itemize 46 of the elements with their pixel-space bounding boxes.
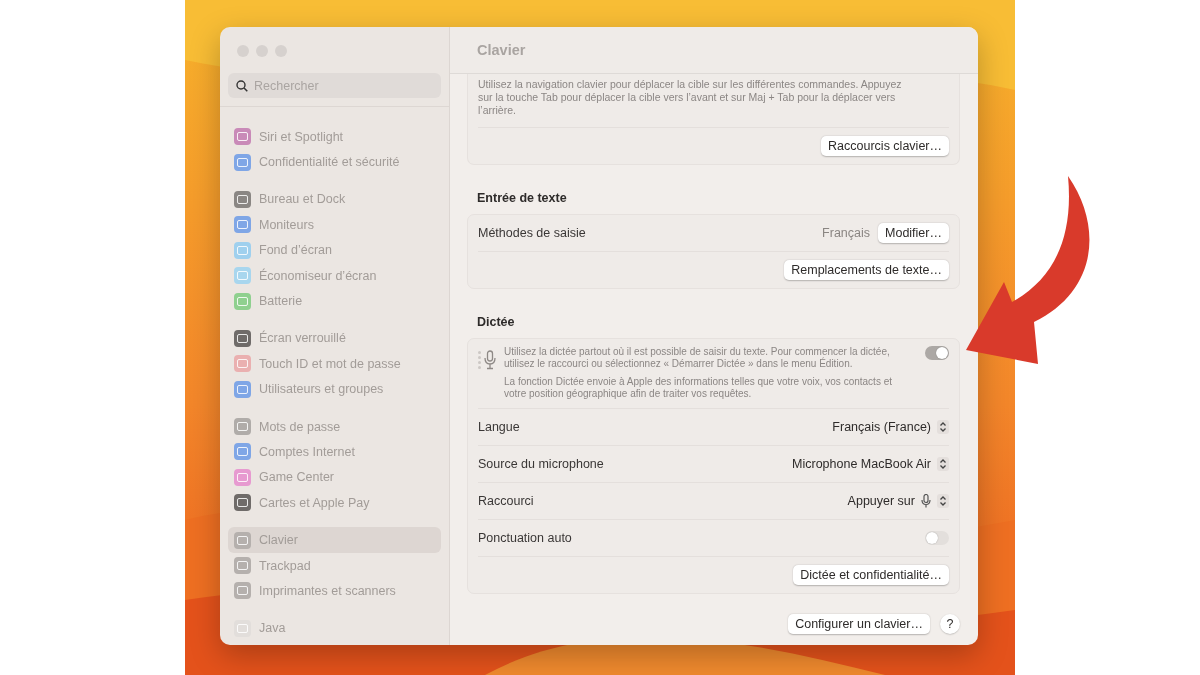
setting-label: Langue — [478, 420, 521, 434]
sidebar-item[interactable]: Java — [228, 615, 441, 642]
toggle-switch[interactable] — [925, 346, 949, 360]
action-button[interactable]: Dictée et confidentialité… — [793, 565, 949, 585]
sidebar-item[interactable]: Trackpad — [228, 552, 441, 579]
sidebar-item[interactable]: Siri et Spotlight — [228, 124, 441, 150]
sidebar-item[interactable]: Touch ID et mot de passe — [228, 351, 441, 377]
description-text: Utilisez la navigation clavier pour déplacer la cible sur les différentes commandes. Appuyez sur la touche Tab pour déplacer la cible vers l’avant et sur Maj + Tab pour la déplacer vers l’arrière. — [478, 77, 903, 118]
sidebar-item[interactable]: Fond d’écran — [228, 237, 441, 263]
sidebar-item[interactable]: Bureau et Dock — [228, 186, 441, 213]
help-button[interactable]: ? — [940, 614, 960, 634]
action-button[interactable]: Raccourcis clavier… — [821, 136, 949, 156]
setting-label: Source du microphone — [478, 457, 605, 471]
setting-label: Ponctuation auto — [478, 531, 573, 545]
sidebar-item[interactable]: Cartes et Apple Pay — [228, 490, 441, 516]
section-heading: Dictée — [476, 314, 516, 331]
stepper-icon — [937, 494, 949, 508]
sidebar-item[interactable]: Game Center — [228, 464, 441, 491]
window-title: Clavier — [477, 42, 526, 58]
action-button[interactable]: Modifier… — [878, 223, 949, 243]
toggle-switch[interactable] — [925, 531, 949, 545]
setting-value: Français — [822, 226, 871, 240]
stepper-icon — [937, 420, 949, 434]
popup-button[interactable]: Microphone MacBook Air — [792, 457, 949, 471]
stepper-icon — [937, 457, 949, 471]
setting-label: Raccourci — [478, 494, 535, 508]
description-text: Utilisez la dictée partout où il est possible de saisir du texte. Pour commencer la dictée, utilisez le raccourci ou sélectionnez « Démarrer Dictée » dans le menu Édition. — [504, 346, 891, 370]
sidebar-item[interactable]: Batterie — [228, 288, 441, 314]
search-icon — [236, 80, 248, 92]
sidebar-item[interactable]: Écran verrouillé — [228, 325, 441, 352]
popup-button[interactable]: Français (France) — [832, 420, 949, 434]
action-button[interactable]: Configurer un clavier… — [788, 614, 930, 634]
section-heading: Entrée de texte — [476, 190, 568, 207]
sidebar-item[interactable]: Comptes Internet — [228, 439, 441, 465]
popup-button[interactable]: Appuyer sur — [847, 494, 949, 508]
sidebar-item[interactable]: Économiseur d’écran — [228, 262, 441, 289]
sidebar-item[interactable]: Imprimantes et scanners — [228, 578, 441, 604]
sidebar-item[interactable]: Confidentialité et sécurité — [228, 149, 441, 175]
microphone-icon — [921, 494, 931, 508]
description-text: La fonction Dictée envoie à Apple des informations telles que votre voix, vos contacts et votre position géographique afin de traiter vos requêtes. — [504, 376, 893, 400]
sidebar-item[interactable]: Moniteurs — [228, 212, 441, 238]
setting-label: Méthodes de saisie — [478, 226, 587, 240]
sidebar-item[interactable]: Clavier — [228, 527, 441, 553]
sidebar-item[interactable]: Mots de passe — [228, 413, 441, 440]
sidebar-item[interactable]: Utilisateurs et groupes — [228, 376, 441, 402]
action-button[interactable]: Remplacements de texte… — [784, 260, 949, 280]
